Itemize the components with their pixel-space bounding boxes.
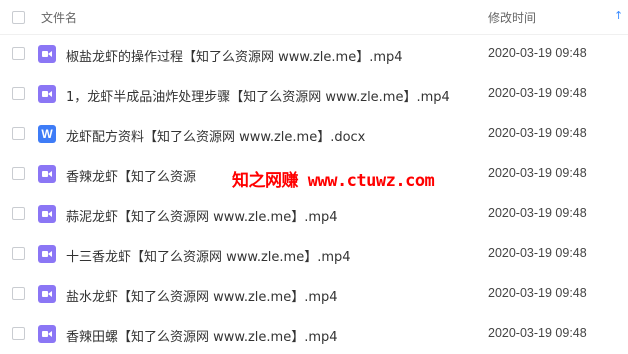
file-modified-time: 2020-03-19 09:48 bbox=[488, 86, 587, 100]
file-row[interactable]: 蒜泥龙虾【知了么资源网 www.zle.me】.mp4 2020-03-19 0… bbox=[0, 194, 628, 234]
file-list: 椒盐龙虾的操作过程【知了么资源网 www.zle.me】.mp4 2020-03… bbox=[0, 34, 628, 354]
watermark-text: 知之网赚 www.ctuwz.com bbox=[232, 171, 435, 191]
row-checkbox[interactable] bbox=[12, 127, 25, 140]
row-checkbox[interactable] bbox=[12, 327, 25, 340]
file-name[interactable]: 椒盐龙虾的操作过程【知了么资源网 www.zle.me】.mp4 bbox=[66, 46, 403, 65]
file-modified-time: 2020-03-19 09:48 bbox=[488, 286, 587, 300]
video-file-icon bbox=[38, 285, 56, 303]
file-name[interactable]: 1，龙虾半成品油炸处理步骤【知了么资源网 www.zle.me】.mp4 bbox=[66, 86, 450, 105]
row-checkbox[interactable] bbox=[12, 207, 25, 220]
video-file-icon bbox=[38, 45, 56, 63]
file-modified-time: 2020-03-19 09:48 bbox=[488, 246, 587, 260]
file-modified-time: 2020-03-19 09:48 bbox=[488, 326, 587, 340]
file-row[interactable]: 香辣田螺【知了么资源网 www.zle.me】.mp4 2020-03-19 0… bbox=[0, 314, 628, 354]
video-file-icon bbox=[38, 205, 56, 223]
file-modified-time: 2020-03-19 09:48 bbox=[488, 206, 587, 220]
file-name[interactable]: 盐水龙虾【知了么资源网 www.zle.me】.mp4 bbox=[66, 286, 338, 305]
file-name[interactable]: 蒜泥龙虾【知了么资源网 www.zle.me】.mp4 bbox=[66, 206, 338, 225]
arrow-up-icon[interactable]: ↑ bbox=[614, 9, 623, 22]
video-file-icon bbox=[38, 245, 56, 263]
file-row[interactable]: W 龙虾配方资料【知了么资源网 www.zle.me】.docx 2020-03… bbox=[0, 114, 628, 154]
file-list-header: 文件名 修改时间 ↑ bbox=[0, 0, 628, 35]
column-header-modified-time[interactable]: 修改时间 bbox=[488, 9, 536, 26]
file-row[interactable]: 十三香龙虾【知了么资源网 www.zle.me】.mp4 2020-03-19 … bbox=[0, 234, 628, 274]
file-name[interactable]: 香辣田螺【知了么资源网 www.zle.me】.mp4 bbox=[66, 326, 338, 345]
row-checkbox[interactable] bbox=[12, 287, 25, 300]
file-name[interactable]: 龙虾配方资料【知了么资源网 www.zle.me】.docx bbox=[66, 126, 365, 145]
row-checkbox[interactable] bbox=[12, 167, 25, 180]
video-file-icon bbox=[38, 325, 56, 343]
word-document-icon: W bbox=[38, 125, 56, 143]
select-all-checkbox[interactable] bbox=[12, 11, 25, 24]
column-header-name[interactable]: 文件名 bbox=[41, 9, 77, 26]
video-file-icon bbox=[38, 165, 56, 183]
row-checkbox[interactable] bbox=[12, 87, 25, 100]
file-modified-time: 2020-03-19 09:48 bbox=[488, 166, 587, 180]
file-modified-time: 2020-03-19 09:48 bbox=[488, 46, 587, 60]
file-name[interactable]: 十三香龙虾【知了么资源网 www.zle.me】.mp4 bbox=[66, 246, 351, 265]
row-checkbox[interactable] bbox=[12, 247, 25, 260]
file-modified-time: 2020-03-19 09:48 bbox=[488, 126, 587, 140]
file-row[interactable]: 1，龙虾半成品油炸处理步骤【知了么资源网 www.zle.me】.mp4 202… bbox=[0, 74, 628, 114]
file-row[interactable]: 盐水龙虾【知了么资源网 www.zle.me】.mp4 2020-03-19 0… bbox=[0, 274, 628, 314]
row-checkbox[interactable] bbox=[12, 47, 25, 60]
video-file-icon bbox=[38, 85, 56, 103]
file-row[interactable]: 椒盐龙虾的操作过程【知了么资源网 www.zle.me】.mp4 2020-03… bbox=[0, 34, 628, 74]
